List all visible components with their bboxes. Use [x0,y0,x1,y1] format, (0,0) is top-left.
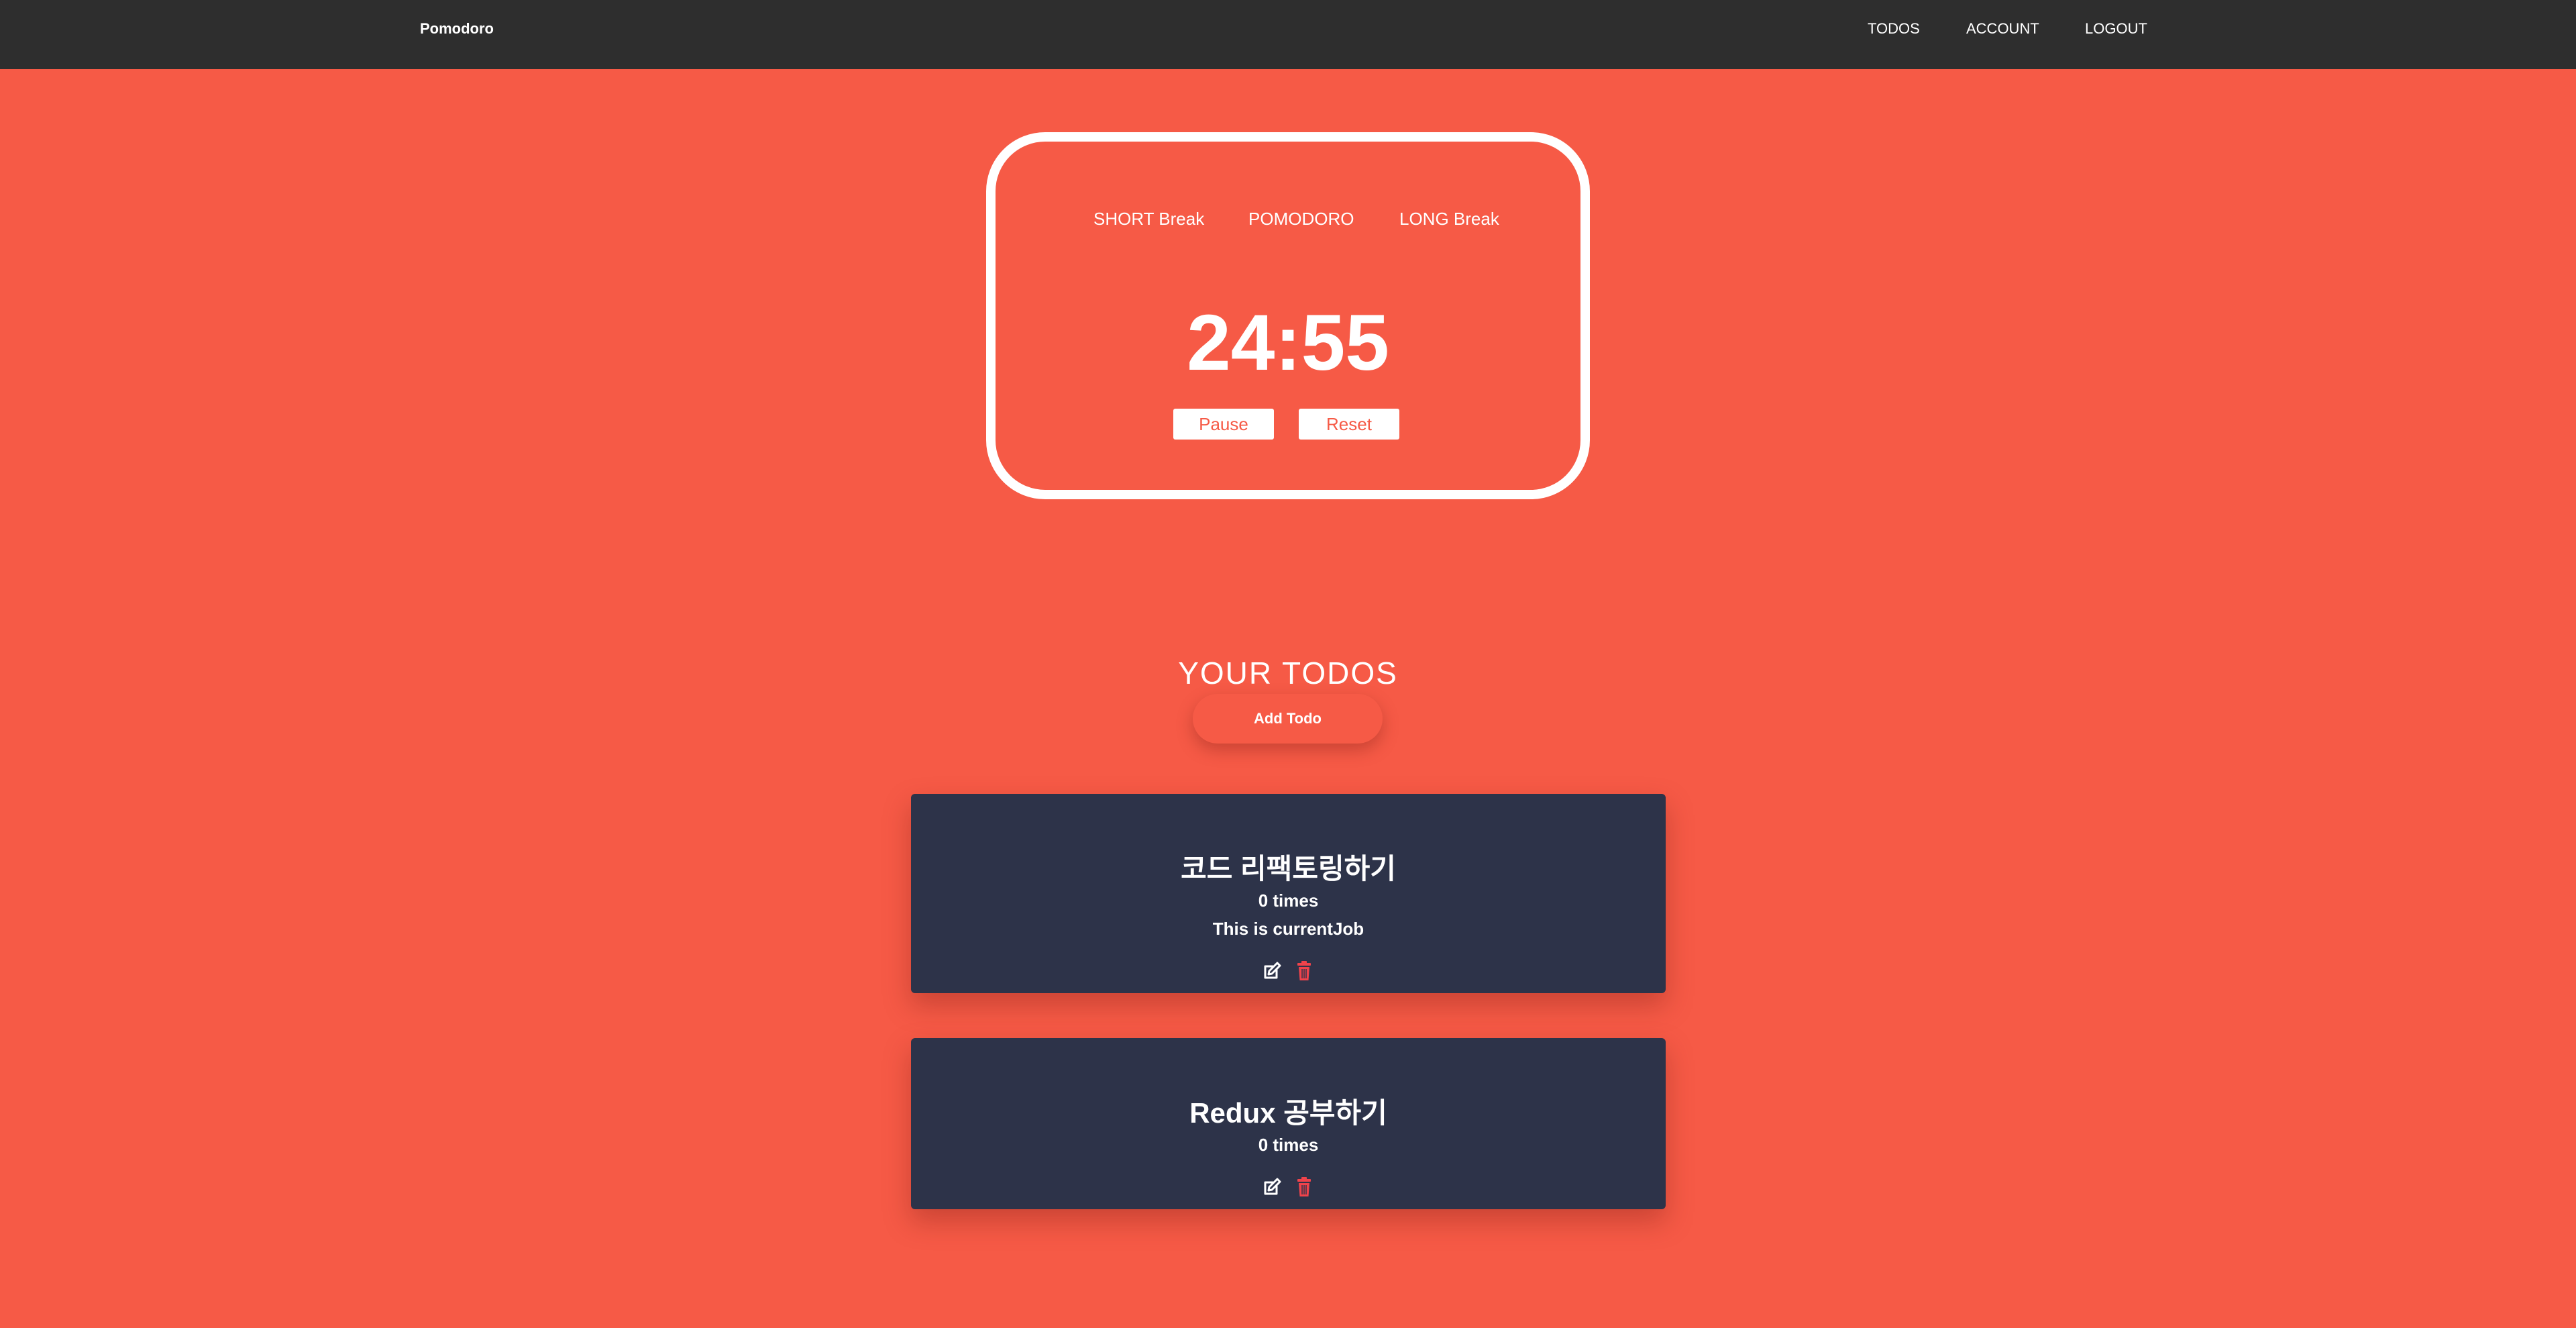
trash-icon[interactable] [1293,960,1315,982]
trash-icon[interactable] [1293,1176,1315,1198]
top-navbar: Pomodoro TODOS ACCOUNT LOGOUT [0,0,2576,69]
todo-count: 0 times [1258,1135,1319,1155]
timer-controls: Pause Reset [996,409,1580,440]
tab-short-break[interactable]: SHORT Break [1093,209,1204,229]
brand-logo-link[interactable]: Pomodoro [420,20,494,38]
timer-card: SHORT Break POMODORO LONG Break 24:55 Pa… [986,132,1590,499]
todo-card: 코드 리팩토링하기 0 times This is currentJob [911,794,1666,993]
reset-button[interactable]: Reset [1299,409,1399,440]
nav-link-logout[interactable]: LOGOUT [2085,20,2147,38]
pause-button[interactable]: Pause [1173,409,1274,440]
current-job-label: This is currentJob [1212,919,1364,939]
edit-icon[interactable] [1261,1176,1283,1198]
todo-actions [911,960,1666,982]
nav-link-account[interactable]: ACCOUNT [1966,20,2039,38]
todo-actions [911,1176,1666,1198]
todo-title: Redux 공부하기 [1189,1097,1387,1129]
nav-link-todos[interactable]: TODOS [1868,20,1920,38]
todo-count: 0 times [1258,890,1319,911]
add-todo-button[interactable]: Add Todo [1193,694,1383,744]
edit-icon[interactable] [1261,960,1283,982]
tab-long-break[interactable]: LONG Break [1399,209,1499,229]
todos-heading: YOUR TODOS [1178,656,1398,691]
todo-card: Redux 공부하기 0 times [911,1038,1666,1209]
timer-mode-tabs: SHORT Break POMODORO LONG Break [996,209,1580,236]
tab-pomodoro[interactable]: POMODORO [1248,209,1354,229]
todo-title: 코드 리팩토링하기 [1181,853,1396,884]
timer-display: 24:55 [1187,299,1389,387]
